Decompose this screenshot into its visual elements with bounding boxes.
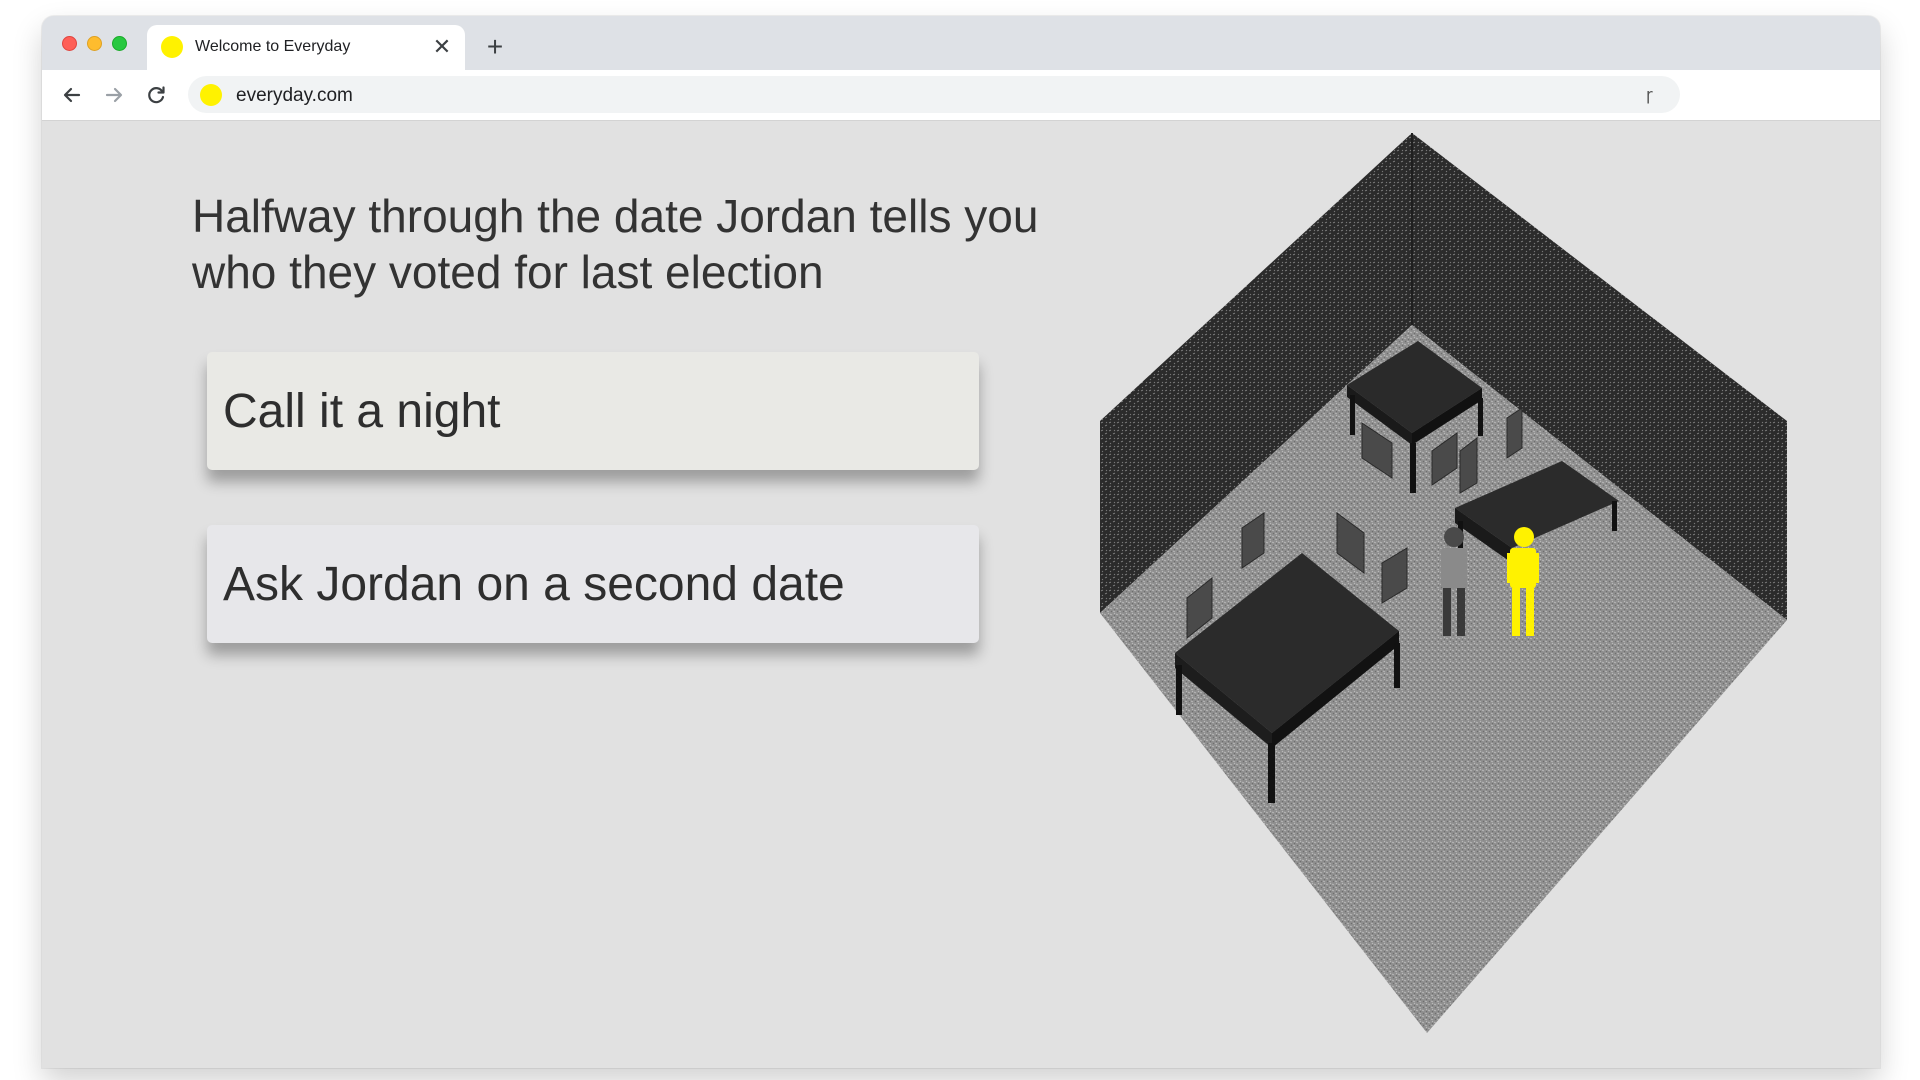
forward-button[interactable] [98, 79, 130, 111]
site-favicon-icon [200, 84, 222, 106]
browser-window: Welcome to Everyday ✕ + everyday.com ɼ H… [42, 16, 1880, 1068]
extension-icon[interactable]: ɼ [1646, 85, 1664, 104]
tab-strip: Welcome to Everyday ✕ + [42, 16, 1880, 70]
page-viewport: Halfway through the date Jordan tells yo… [42, 121, 1880, 1068]
tab-welcome[interactable]: Welcome to Everyday ✕ [147, 25, 465, 70]
close-tab-icon[interactable]: ✕ [429, 34, 455, 60]
choice-second-date-button[interactable]: Ask Jordan on a second date [207, 525, 979, 643]
address-bar[interactable]: everyday.com ɼ [188, 76, 1680, 113]
choice-call-it-a-night-button[interactable]: Call it a night [207, 352, 979, 470]
tab-title: Welcome to Everyday [195, 38, 351, 55]
new-tab-button[interactable]: + [480, 32, 510, 62]
favicon-icon [161, 36, 183, 58]
minimize-window-button[interactable] [87, 36, 102, 51]
close-window-button[interactable] [62, 36, 77, 51]
maximize-window-button[interactable] [112, 36, 127, 51]
reload-button[interactable] [140, 79, 172, 111]
back-button[interactable] [56, 79, 88, 111]
arrow-left-icon [63, 87, 81, 103]
scenario-question: Halfway through the date Jordan tells yo… [192, 190, 1039, 298]
url-text: everyday.com [236, 85, 353, 106]
browser-toolbar: everyday.com ɼ [42, 70, 1880, 121]
isometric-restaurant-scene [1100, 133, 1787, 1033]
arrow-right-icon [105, 87, 123, 103]
reload-icon [148, 86, 165, 104]
